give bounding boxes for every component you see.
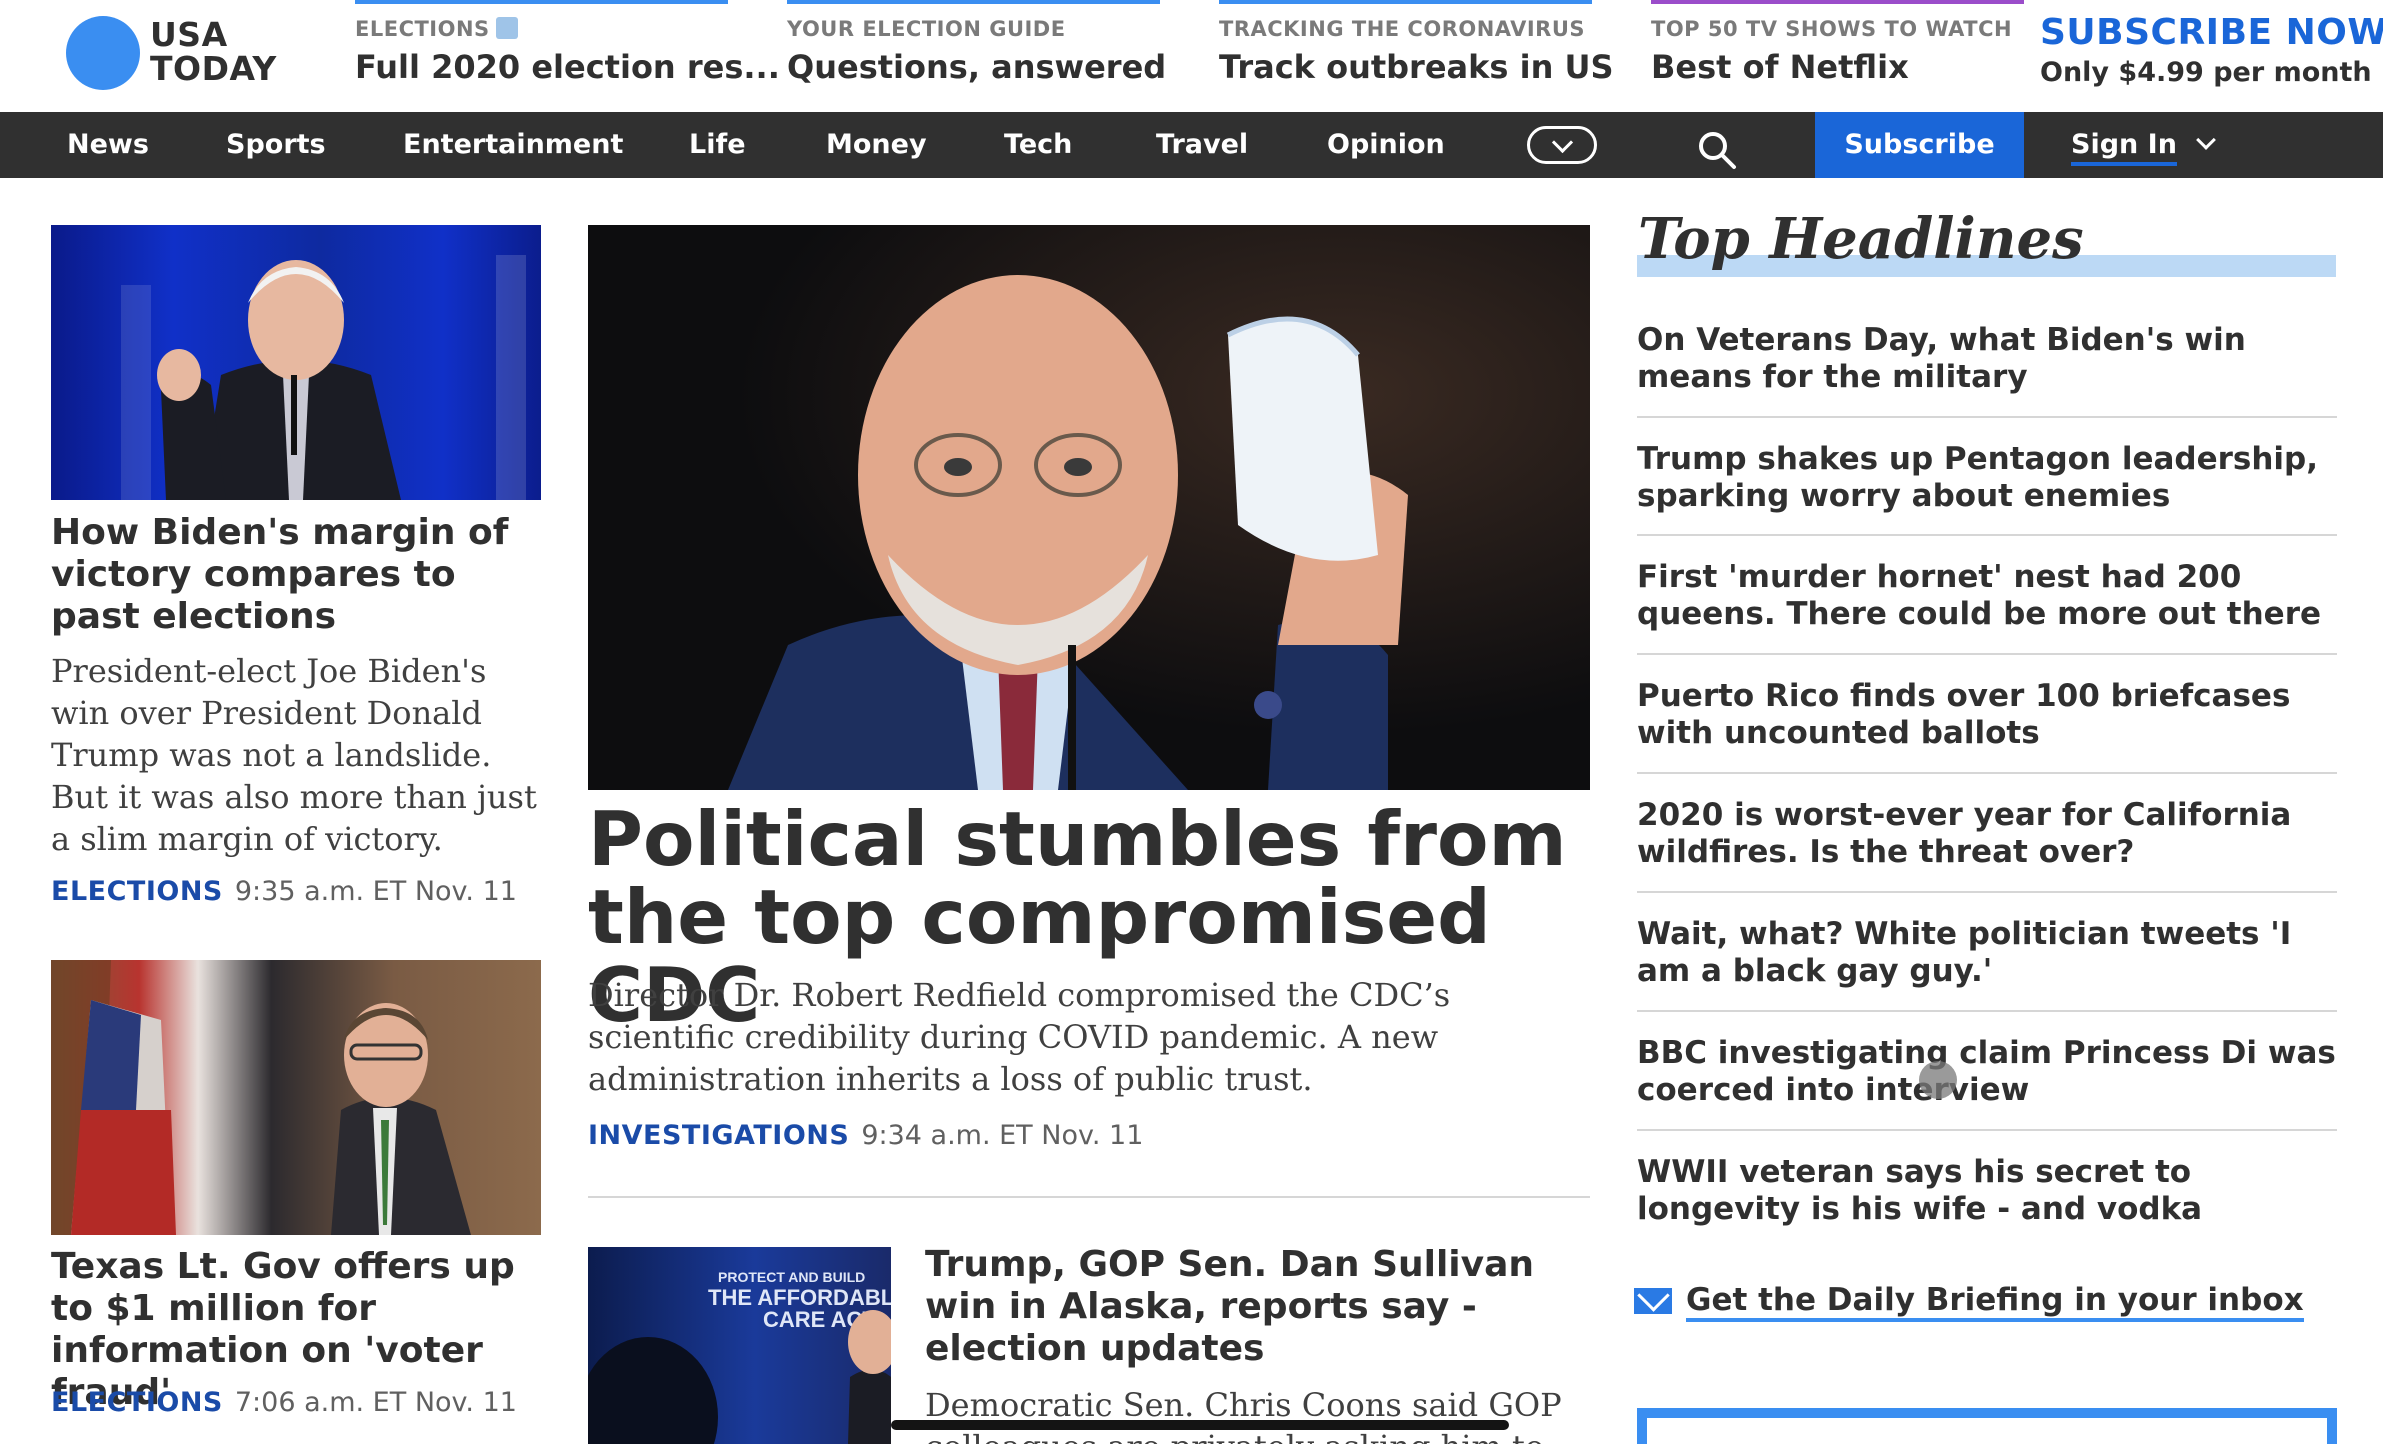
promo-accent-bar bbox=[1219, 0, 1592, 4]
story-summary: President-elect Joe Biden's win over Pre… bbox=[51, 652, 537, 858]
headline-link[interactable]: 2020 is worst-ever year for California w… bbox=[1637, 797, 2337, 871]
biden-story-image[interactable] bbox=[51, 225, 541, 500]
nav-item-money[interactable]: Money bbox=[826, 112, 927, 178]
search-icon[interactable] bbox=[1697, 130, 1737, 170]
top-headlines-title: Top Headlines bbox=[1638, 206, 2084, 272]
story-headline[interactable]: How Biden's margin of victory compares t… bbox=[51, 512, 541, 638]
chevron-down-icon bbox=[2196, 130, 2216, 150]
top-bar: USA TODAY ELECTIONS Full 2020 election r… bbox=[0, 0, 2383, 112]
promo-headline: Questions, answered bbox=[787, 48, 1167, 86]
newsletter-box bbox=[1637, 1408, 2337, 1444]
headline-divider bbox=[1637, 534, 2337, 536]
promo-accent-bar bbox=[355, 0, 728, 4]
headline-link[interactable]: Wait, what? White politician tweets 'I a… bbox=[1637, 916, 2337, 990]
lead-story-meta: INVESTIGATIONS 9:34 a.m. ET Nov. 11 bbox=[588, 1120, 1143, 1151]
headline-link[interactable]: Puerto Rico finds over 100 briefcases wi… bbox=[1637, 678, 2337, 752]
promo-accent-bar bbox=[1651, 0, 2024, 4]
nav-item-sports[interactable]: Sports bbox=[226, 112, 326, 178]
horizontal-scrollbar[interactable] bbox=[891, 1420, 1509, 1430]
headline-link[interactable]: First 'murder hornet' nest had 200 queen… bbox=[1637, 559, 2337, 633]
subscribe-now-promo[interactable]: SUBSCRIBE NOW Only $4.99 per month bbox=[2040, 12, 2383, 88]
headline-divider bbox=[1637, 416, 2337, 418]
headline-divider bbox=[1637, 1010, 2337, 1012]
nav-item-opinion[interactable]: Opinion bbox=[1327, 112, 1445, 178]
sign-in-button[interactable]: Sign In bbox=[2071, 112, 2216, 178]
headline-link[interactable]: On Veterans Day, what Biden's win means … bbox=[1637, 322, 2337, 396]
promo-headline: Track outbreaks in US bbox=[1219, 48, 1614, 86]
section-label[interactable]: ELECTIONS bbox=[51, 876, 223, 907]
nav-item-travel[interactable]: Travel bbox=[1156, 112, 1248, 178]
promo-kicker: TOP 50 TV SHOWS TO WATCH bbox=[1651, 17, 2013, 41]
nav-item-entertainment[interactable]: Entertainment bbox=[403, 112, 623, 178]
subscribe-now-title: SUBSCRIBE NOW bbox=[2040, 12, 2383, 53]
lead-story-summary: Director Dr. Robert Redfield compromised… bbox=[588, 976, 1451, 1098]
sign-in-label: Sign In bbox=[2071, 129, 2177, 166]
promo-accent-bar bbox=[787, 0, 1160, 4]
secondary-story-headline[interactable]: Trump, GOP Sen. Dan Sullivan win in Alas… bbox=[925, 1244, 1595, 1370]
subscribe-button[interactable]: Subscribe bbox=[1815, 112, 2024, 178]
logo-circle-icon bbox=[66, 16, 140, 90]
promo-headline: Full 2020 election res... bbox=[355, 48, 780, 86]
promo-headline: Best of Netflix bbox=[1651, 48, 1909, 86]
headline-divider bbox=[1637, 772, 2337, 774]
nav-item-life[interactable]: Life bbox=[689, 112, 746, 178]
image-sign-text: PROTECT AND BUILD bbox=[718, 1269, 865, 1285]
alaska-story-image[interactable]: PROTECT AND BUILD THE AFFORDABLE CARE AC… bbox=[588, 1247, 891, 1444]
headline-divider bbox=[1637, 891, 2337, 893]
promo-elections[interactable]: ELECTIONS Full 2020 election res... bbox=[355, 0, 780, 100]
story-timestamp: 9:34 a.m. ET Nov. 11 bbox=[861, 1120, 1144, 1151]
lead-story-image[interactable] bbox=[588, 225, 1590, 790]
promo-election-guide[interactable]: YOUR ELECTION GUIDE Questions, answered bbox=[787, 0, 1166, 100]
texas-story-image[interactable] bbox=[51, 960, 541, 1235]
promo-tv-shows[interactable]: TOP 50 TV SHOWS TO WATCH Best of Netflix bbox=[1651, 0, 2024, 100]
story-timestamp: 9:35 a.m. ET Nov. 11 bbox=[234, 876, 517, 907]
promo-kicker: TRACKING THE CORONAVIRUS bbox=[1219, 17, 1586, 41]
logo-line-2: TODAY bbox=[150, 49, 277, 88]
promo-coronavirus[interactable]: TRACKING THE CORONAVIRUS Track outbreaks… bbox=[1219, 0, 1614, 100]
promo-kicker: ELECTIONS bbox=[355, 17, 490, 41]
more-menu-chevron-icon[interactable] bbox=[1527, 126, 1597, 164]
promo-kicker: YOUR ELECTION GUIDE bbox=[787, 17, 1066, 41]
nav-item-tech[interactable]: Tech bbox=[1004, 112, 1072, 178]
newsletter-label: Get the Daily Briefing in your inbox bbox=[1686, 1282, 2304, 1322]
secondary-story-summary: Democratic Sen. Chris Coons said GOP col… bbox=[925, 1386, 1562, 1444]
section-divider bbox=[588, 1196, 1590, 1198]
nav-item-news[interactable]: News bbox=[67, 112, 149, 178]
headline-link[interactable]: Trump shakes up Pentagon leadership, spa… bbox=[1637, 441, 2337, 515]
usa-today-logo[interactable]: USA TODAY bbox=[66, 16, 276, 96]
headline-divider bbox=[1637, 1129, 2337, 1131]
subscribe-now-price: Only $4.99 per month bbox=[2040, 57, 2372, 88]
story-meta: ELECTIONS 9:35 a.m. ET Nov. 11 bbox=[51, 876, 517, 907]
story-meta: ELECTIONS 7:06 a.m. ET Nov. 11 bbox=[51, 1387, 517, 1418]
headline-divider bbox=[1637, 653, 2337, 655]
headline-link[interactable]: BBC investigating claim Princess Di was … bbox=[1637, 1035, 2337, 1109]
headline-link[interactable]: WWII veteran says his secret to longevit… bbox=[1637, 1154, 2337, 1228]
section-label[interactable]: ELECTIONS bbox=[51, 1387, 223, 1418]
ballot-box-icon bbox=[495, 17, 518, 39]
main-nav: News Sports Entertainment Life Money Tec… bbox=[0, 112, 2383, 178]
section-label[interactable]: INVESTIGATIONS bbox=[588, 1120, 849, 1151]
newsletter-signup-link[interactable]: Get the Daily Briefing in your inbox bbox=[1634, 1282, 2354, 1322]
story-timestamp: 7:06 a.m. ET Nov. 11 bbox=[234, 1387, 517, 1418]
mouse-cursor-indicator bbox=[1919, 1061, 1957, 1099]
envelope-icon bbox=[1634, 1288, 1672, 1314]
logo-line-1: USA bbox=[150, 15, 228, 54]
